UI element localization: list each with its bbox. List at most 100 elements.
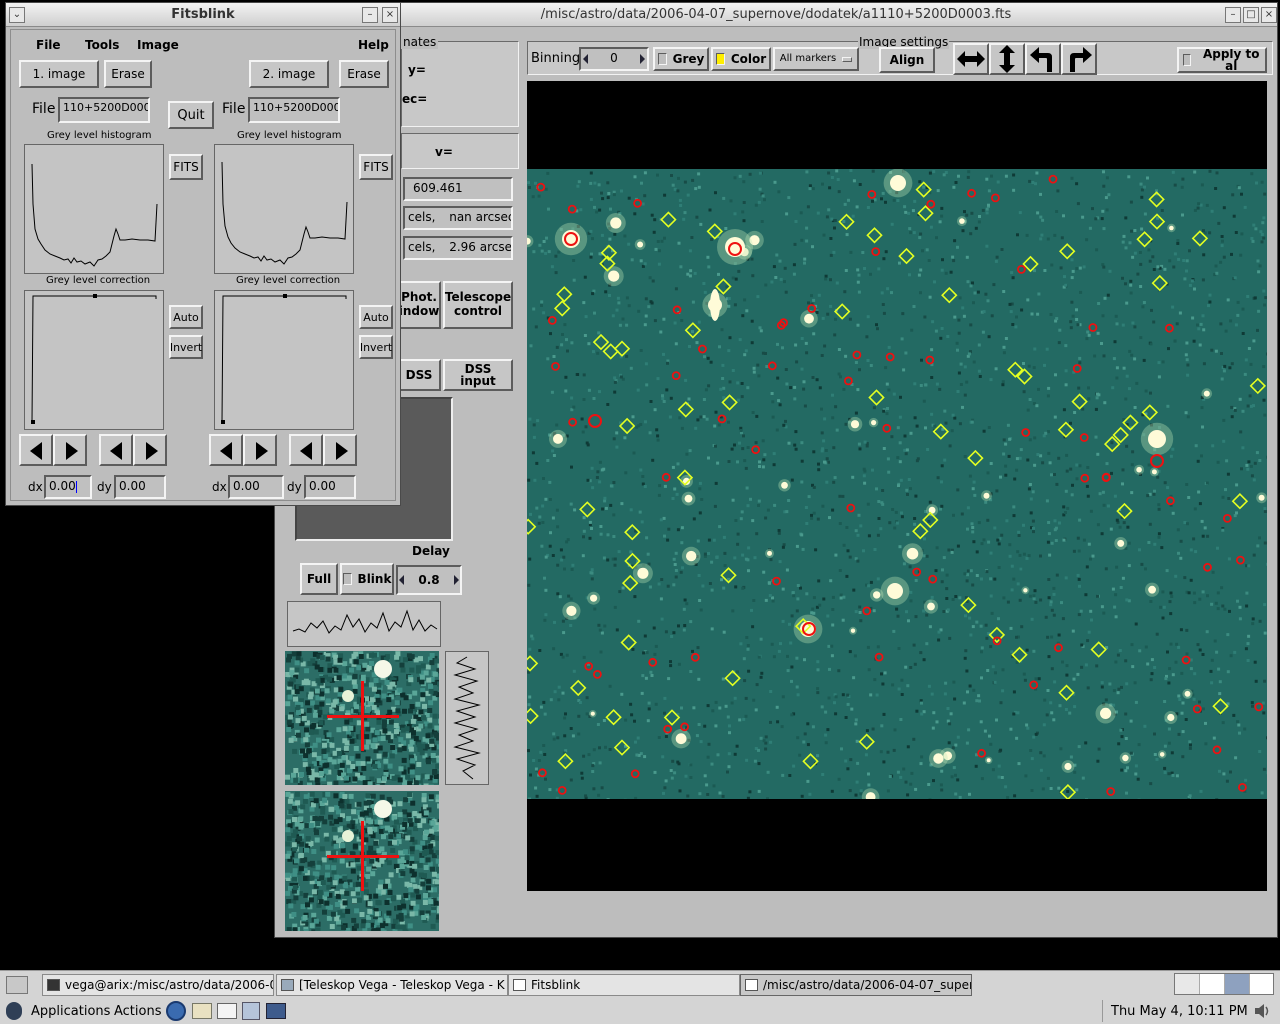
markers-value: All markers	[779, 53, 837, 64]
task-terminal-label: vega@arix:/misc/astro/data/2006-0	[65, 978, 274, 992]
apply-to-all-toggle[interactable]: Apply to al	[1177, 47, 1267, 73]
rotate-left-button[interactable]	[1025, 43, 1061, 75]
shift-right-coarse-1[interactable]	[53, 434, 87, 466]
close-icon[interactable]: ×	[1261, 7, 1277, 23]
color-toggle[interactable]: Color	[711, 47, 771, 71]
image-2-button[interactable]: 2. image	[249, 60, 329, 88]
show-desktop-icon[interactable]	[6, 976, 28, 994]
delay-spinbox[interactable]: 0.8	[396, 565, 462, 595]
phot-window-button[interactable]: Phot. indow	[397, 281, 441, 329]
flip-horizontal-button[interactable]	[953, 43, 989, 75]
task-main-image[interactable]: /misc/astro/data/2006-04-07_supern	[740, 974, 972, 996]
menu-help[interactable]: Help	[358, 38, 389, 52]
correction-label-1: Grey level correction	[46, 275, 151, 286]
clock[interactable]: Thu May 4, 10:11 PM	[1111, 1004, 1248, 1019]
erase-2-button[interactable]: Erase	[339, 60, 389, 88]
menu-tools[interactable]: Tools	[85, 38, 119, 52]
task-fitsblink[interactable]: Fitsblink	[508, 974, 740, 996]
actions-menu[interactable]: Actions	[114, 1004, 162, 1019]
auto-button-2[interactable]: Auto	[359, 305, 393, 329]
fitsblink-minimize-icon[interactable]: –	[362, 7, 378, 23]
image-1-button[interactable]: 1. image	[19, 60, 99, 88]
shift-left-coarse-1[interactable]	[19, 434, 53, 466]
maximize-icon[interactable]: □	[1243, 7, 1259, 23]
workspace-2[interactable]	[1200, 974, 1225, 994]
text-cursor	[75, 480, 77, 493]
notes-launcher-icon[interactable]	[217, 1003, 237, 1019]
applications-menu[interactable]: Applications	[31, 1004, 110, 1019]
gnome-foot-icon[interactable]	[6, 1002, 22, 1020]
erase-1-button[interactable]: Erase	[104, 60, 152, 88]
fitsblink-titlebar[interactable]: ⌄ Fitsblink – ×	[6, 3, 400, 27]
shift-left-fine-2[interactable]	[289, 434, 323, 466]
office-launcher-icon[interactable]	[242, 1002, 260, 1020]
pixels-label-2: cels,	[408, 240, 436, 254]
binning-value: 0	[610, 51, 618, 65]
workspace-1[interactable]	[1175, 974, 1200, 994]
minimize-icon[interactable]: –	[1225, 7, 1241, 23]
file-label-2: File	[222, 101, 246, 117]
binning-spinbox[interactable]: 0	[579, 47, 649, 71]
menu-image[interactable]: Image	[137, 38, 179, 52]
shift-right-fine-1[interactable]	[133, 434, 167, 466]
file-input-1[interactable]: 110+5200D0003.f	[58, 97, 150, 123]
quit-button[interactable]: Quit	[168, 101, 214, 129]
correction-plot-1	[24, 290, 164, 430]
fitsblink-title: Fitsblink	[171, 7, 235, 22]
terminal-launcher-icon[interactable]	[266, 1003, 286, 1019]
browser-launcher-icon[interactable]	[166, 1001, 186, 1021]
histogram-label-1: Grey level histogram	[47, 130, 152, 141]
volume-icon[interactable]	[1254, 1003, 1272, 1019]
shift-right-coarse-2[interactable]	[243, 434, 277, 466]
binning-decrement-icon[interactable]	[583, 54, 588, 64]
correction-label-2: Grey level correction	[236, 275, 341, 286]
flip-horizontal-icon	[957, 51, 985, 67]
task-teleskop-label: [Teleskop Vega - Teleskop Vega - K	[299, 978, 505, 992]
auto-button-1[interactable]: Auto	[169, 305, 203, 329]
invert-button-2[interactable]: Invert	[359, 335, 393, 359]
menu-file[interactable]: File	[36, 38, 61, 52]
y-label: y=	[408, 63, 426, 77]
binning-increment-icon[interactable]	[640, 54, 645, 64]
rotate-right-button[interactable]	[1061, 43, 1097, 75]
task-main-image-label: /misc/astro/data/2006-04-07_supern	[763, 978, 972, 992]
fits-button-2[interactable]: FITS	[359, 154, 393, 180]
workspace-4[interactable]	[1250, 974, 1274, 994]
delay-decrement-icon[interactable]	[399, 575, 404, 585]
astronomical-image[interactable]	[527, 169, 1267, 799]
dx-input-1[interactable]: 0.00	[44, 475, 92, 499]
flip-vertical-button[interactable]	[989, 43, 1025, 75]
shift-left-coarse-2[interactable]	[209, 434, 243, 466]
fitsblink-close-icon[interactable]: ×	[382, 7, 398, 23]
shift-right-fine-2[interactable]	[323, 434, 357, 466]
dy-input-2[interactable]: 0.00	[304, 475, 356, 499]
task-teleskop[interactable]: [Teleskop Vega - Teleskop Vega - K	[276, 974, 508, 996]
shift-left-fine-1[interactable]	[99, 434, 133, 466]
workspace-switcher[interactable]	[1174, 973, 1274, 995]
arcsec-value-1: nan arcsec	[449, 210, 513, 224]
dx-label-2: dx	[212, 480, 227, 494]
dy-label-1: dy	[97, 480, 112, 494]
dx-input-2[interactable]: 0.00	[228, 475, 284, 499]
markers-dropdown[interactable]: All markers	[773, 47, 859, 71]
telescope-control-button[interactable]: Telescope control	[443, 281, 513, 329]
delay-increment-icon[interactable]	[454, 575, 459, 585]
file-input-2[interactable]: 110+5200D0003.f	[248, 97, 340, 123]
image-viewport[interactable]	[527, 81, 1267, 891]
invert-button-1[interactable]: Invert	[169, 335, 203, 359]
grey-toggle[interactable]: Grey	[653, 47, 709, 71]
task-fitsblink-label: Fitsblink	[531, 978, 581, 992]
align-button[interactable]: Align	[879, 47, 935, 73]
full-button[interactable]: Full	[300, 563, 338, 595]
task-terminal[interactable]: vega@arix:/misc/astro/data/2006-0	[42, 974, 274, 996]
dss-input-button[interactable]: DSS input	[443, 359, 513, 391]
image-window-icon	[745, 979, 758, 991]
file-label-1: File	[32, 101, 56, 117]
blink-button[interactable]: Blink	[340, 563, 394, 595]
dss-button[interactable]: DSS	[397, 359, 441, 391]
main-titlebar[interactable]: /misc/astro/data/2006-04-07_supernove/do…	[275, 3, 1277, 27]
workspace-3[interactable]	[1225, 974, 1250, 994]
mail-launcher-icon[interactable]	[192, 1003, 212, 1019]
fits-button-1[interactable]: FITS	[169, 154, 203, 180]
dy-input-1[interactable]: 0.00	[114, 475, 166, 499]
